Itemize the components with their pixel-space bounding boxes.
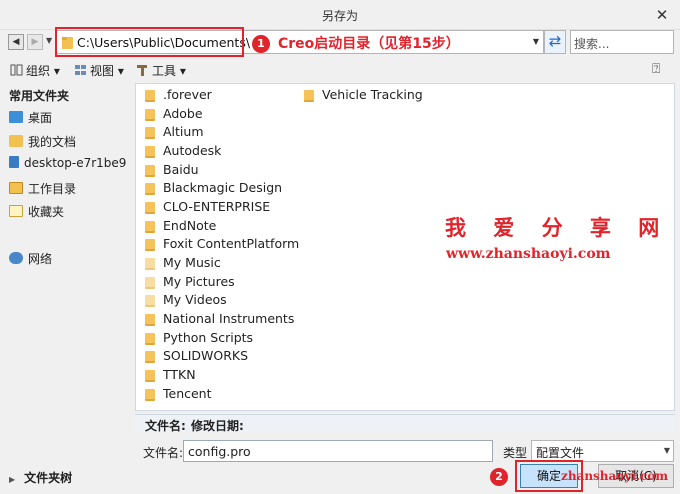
sidebar-item-desktop[interactable]: 桌面 [9,109,52,126]
list-item-label: Baidu [163,162,199,177]
address-dropdown-icon[interactable]: ▼ [529,30,544,54]
filename-label: 文件名: [143,446,184,460]
forward-button[interactable]: ▶ [27,34,43,50]
sidebar-item-label: 桌面 [28,111,53,125]
folder-tree-toggle[interactable]: ▶ 文件夹树 [9,469,72,486]
help-icon[interactable]: ⍰ [652,61,660,77]
list-item-label: My Videos [163,292,227,307]
sidebar-item-label: 收藏夹 [28,205,65,219]
list-item-label: Autodesk [163,143,222,158]
annotation-startup-dir: Creo启动目录（见第15步） [278,36,460,52]
list-item-label: EndNote [163,218,217,233]
organize-menu[interactable]: 组织 ▾ [10,62,60,79]
folder-icon [145,221,155,233]
history-dropdown-icon[interactable]: ▼ [46,36,52,45]
list-item-label: Python Scripts [163,330,254,345]
list-item-label: My Pictures [163,274,235,289]
toolbar: 组织 ▾ 视图 ▾ 工具 ▾ [0,60,680,82]
desktop-icon [9,111,23,123]
search-input[interactable]: 搜索... [570,30,674,54]
organize-icon [10,64,23,76]
sidebar-item-label: 工作目录 [28,182,77,196]
music-folder-icon [145,258,155,270]
details-filename-label: 文件名: [145,419,186,433]
type-value: 配置文件 [536,446,585,460]
chevron-down-icon: ▼ [663,446,670,455]
folder-icon [145,146,155,158]
folder-icon [145,333,155,345]
computer-icon [9,156,19,168]
tools-icon [137,65,147,76]
watermark-title: 我 爱 分 享 网 [445,216,670,240]
folder-icon [145,370,155,382]
folder-tree-label: 文件夹树 [24,471,73,485]
folder-icon [304,90,314,102]
sidebar-heading: 常用文件夹 [9,89,70,103]
folder-icon [145,202,155,214]
sidebar-item-label: 我的文档 [28,135,77,149]
network-icon [9,252,23,264]
folder-icon [145,183,155,195]
view-icon [75,65,86,75]
type-select[interactable]: 配置文件 ▼ [531,440,674,462]
folder-icon [145,389,155,401]
sidebar-item-computer[interactable]: desktop-e7r1be9 [9,156,126,170]
type-label: 类型 [503,446,528,460]
step-badge-2: 2 [490,468,508,486]
sidebar-item-documents[interactable]: 我的文档 [9,133,76,150]
sidebar-item-label: desktop-e7r1be9 [24,156,127,170]
view-label: 视图 [90,64,115,78]
list-item-label: Tencent [163,386,212,401]
tools-menu[interactable]: 工具 ▾ [136,62,186,79]
sidebar-item-label: 网络 [28,252,53,266]
tools-label: 工具 [152,64,177,78]
list-item-label: .forever [163,87,212,102]
list-item-label: CLO-ENTERPRISE [163,199,271,214]
organize-label: 组织 [26,64,51,78]
title-bar: 另存为 ✕ [0,0,680,30]
folder-icon [145,314,155,326]
folder-icon [145,239,155,251]
list-item-label: Vehicle Tracking [322,87,423,102]
documents-icon [9,135,23,147]
videos-folder-icon [145,295,155,307]
step-badge-1: 1 [252,35,270,53]
details-bar: 文件名: 修改日期: [135,414,675,433]
favorites-icon [9,205,23,217]
folder-icon [145,351,155,363]
working-dir-icon [9,182,23,194]
folder-icon [145,109,155,121]
list-item-label: Adobe [163,106,203,121]
list-item-label: My Music [163,255,221,270]
folder-icon [145,165,155,177]
folder-icon [145,90,155,102]
filename-input[interactable]: config.pro [183,440,493,462]
back-button[interactable]: ◀ [8,34,24,50]
details-modified-label: 修改日期: [191,419,244,433]
expand-triangle-icon: ▶ [9,475,16,484]
list-item-label: Blackmagic Design [163,180,283,195]
list-item-label: Foxit ContentPlatform [163,236,300,251]
folder-icon [145,127,155,139]
sidebar: 常用文件夹 桌面 我的文档 desktop-e7r1be9 工作目录 收藏夹 网… [0,82,133,462]
window-title: 另存为 [321,9,358,23]
sidebar-item-favorites[interactable]: 收藏夹 [9,203,64,220]
list-item-label: Altium [163,124,204,139]
refresh-icon[interactable]: ⇄ [544,30,566,54]
watermark-url-small: zhanshaoyi.com [561,469,669,483]
list-item-label: National Instruments [163,311,295,326]
list-item-label: SOLIDWORKS [163,348,249,363]
watermark-url: www.zhanshaoyi.com [446,246,611,262]
view-menu[interactable]: 视图 ▾ [74,62,124,79]
sidebar-item-network[interactable]: 网络 [9,250,52,267]
sidebar-item-working-dir[interactable]: 工作目录 [9,180,76,197]
close-icon[interactable]: ✕ [652,5,672,25]
list-item-label: TTKN [163,367,196,382]
pictures-folder-icon [145,277,155,289]
highlight-box-path [55,27,244,57]
